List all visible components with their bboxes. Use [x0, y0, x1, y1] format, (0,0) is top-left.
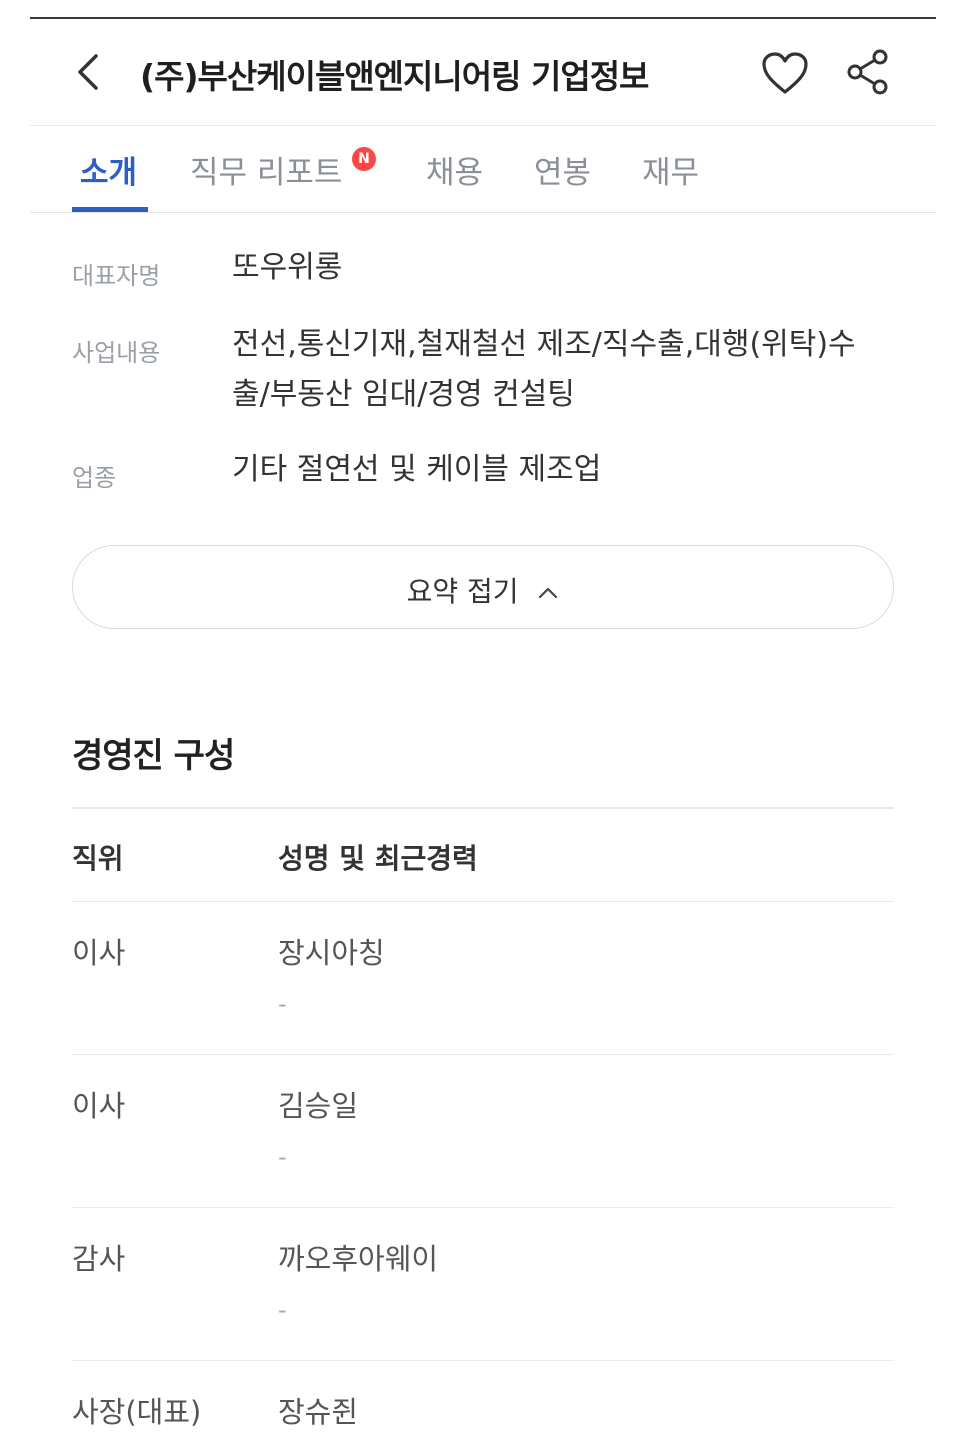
position-cell: 이사 [72, 936, 126, 970]
page-title: (주)부산케이블앤엔지니어링 기업정보 [140, 57, 649, 96]
collapse-summary-button[interactable]: 요약 접기 [72, 545, 894, 629]
table-row: 사장(대표) 장슈쥔 [72, 1361, 894, 1455]
management-section-title: 경영진 구성 [72, 736, 235, 776]
col-name-header: 성명 및 최근경력 [278, 842, 478, 875]
chevron-left-icon[interactable] [70, 50, 106, 94]
tab-intro[interactable]: 소개 [80, 147, 137, 192]
col-position-header: 직위 [72, 842, 124, 875]
table-header: 직위 성명 및 최근경력 [72, 807, 894, 902]
name-cell: 김승일 [278, 1089, 359, 1123]
name-cell: 장슈쥔 [278, 1395, 359, 1429]
career-cell: - [278, 1143, 287, 1171]
heart-icon[interactable] [760, 50, 810, 96]
career-cell: - [278, 990, 287, 1018]
top-divider [30, 17, 936, 19]
business-value: 전선,통신기재,철재철선 제조/직수출,대행(위탁)수출/부동산 임대/경영 컨… [232, 327, 856, 412]
business-label: 사업내용 [72, 339, 161, 367]
ceo-label: 대표자명 [72, 262, 161, 290]
industry-label: 업종 [72, 464, 117, 492]
collapse-button-row: 요약 접기 [73, 570, 893, 610]
table-row: 감사 까오후아웨이 - [72, 1208, 894, 1361]
position-cell: 이사 [72, 1089, 126, 1123]
table-row: 이사 장시아칭 - [72, 902, 894, 1055]
name-cell: 장시아칭 [278, 936, 385, 970]
collapse-button-label: 요약 접기 [406, 575, 519, 608]
ceo-value: 또우위롱 [232, 250, 343, 285]
tab-bar: 소개 직무 리포트 N 채용 연봉 재무 [30, 127, 936, 213]
table-row: 이사 김승일 - [72, 1055, 894, 1208]
new-badge: N [352, 147, 376, 171]
company-info-page: (주)부산케이블앤엔지니어링 기업정보 소개 직무 리포트 N 채용 연봉 재무… [0, 0, 966, 1455]
position-cell: 감사 [72, 1242, 126, 1276]
tab-job-report[interactable]: 직무 리포트 [190, 147, 342, 192]
tab-recruit[interactable]: 채용 [426, 147, 483, 192]
name-cell: 까오후아웨이 [278, 1242, 439, 1276]
app-header: (주)부산케이블앤엔지니어링 기업정보 [30, 30, 936, 126]
share-icon[interactable] [845, 48, 891, 96]
active-tab-indicator [72, 207, 148, 212]
tab-salary[interactable]: 연봉 [534, 147, 591, 192]
management-table: 직위 성명 및 최근경력 이사 장시아칭 - 이사 김승일 - 감사 까오후아웨… [72, 807, 894, 1455]
industry-value: 기타 절연선 및 케이블 제조업 [232, 452, 602, 487]
tab-finance[interactable]: 재무 [642, 147, 699, 192]
career-cell: - [278, 1296, 287, 1324]
position-cell: 사장(대표) [72, 1395, 202, 1429]
chevron-up-icon [539, 587, 558, 599]
